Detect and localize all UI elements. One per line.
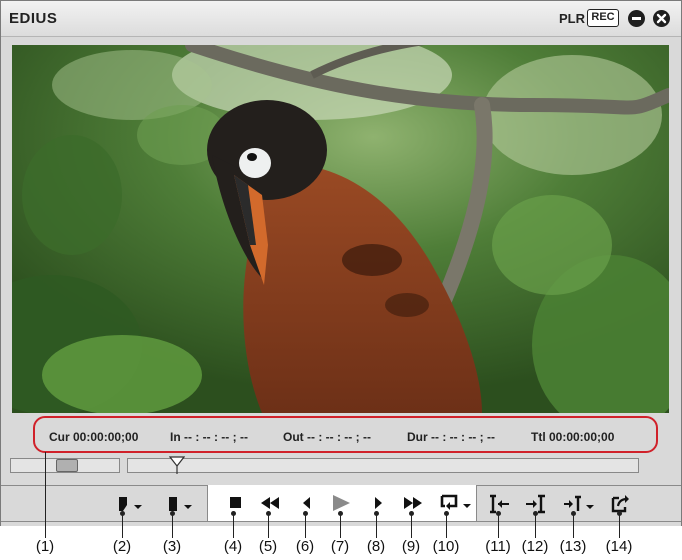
total-timecode: Ttl 00:00:00;00 bbox=[531, 430, 615, 444]
callout-label-5: (5) bbox=[258, 538, 278, 555]
shuttle-slider[interactable] bbox=[10, 458, 120, 473]
stop-icon[interactable] bbox=[226, 491, 246, 515]
callout-dot-14 bbox=[617, 511, 622, 516]
callout-label-12: (12) bbox=[521, 538, 549, 555]
video-preview bbox=[12, 45, 669, 413]
callout-line-1 bbox=[45, 452, 46, 538]
callout-dot-10 bbox=[444, 511, 449, 516]
callout-dot-2 bbox=[120, 511, 125, 516]
callout-label-6: (6) bbox=[295, 538, 315, 555]
callout-line-10 bbox=[446, 513, 447, 538]
callout-dot-3 bbox=[170, 511, 175, 516]
callout-dot-9 bbox=[409, 511, 414, 516]
current-timecode: Cur 00:00:00;00 bbox=[49, 430, 139, 444]
callout-dot-13 bbox=[571, 511, 576, 516]
in-point-timecode: In -- : -- : -- ; -- bbox=[170, 430, 248, 444]
callout-label-1: (1) bbox=[35, 538, 55, 555]
shuttle-knob[interactable] bbox=[56, 459, 78, 472]
callout-label-14: (14) bbox=[605, 538, 633, 555]
callout-dot-5 bbox=[266, 511, 271, 516]
callout-line-9 bbox=[411, 513, 412, 538]
callout-dot-4 bbox=[231, 511, 236, 516]
callout-line-3 bbox=[172, 513, 173, 538]
callout-label-10: (10) bbox=[432, 538, 460, 555]
callout-line-7 bbox=[340, 513, 341, 538]
callout-label-9: (9) bbox=[401, 538, 421, 555]
timecode-display: Cur 00:00:00;00 In -- : -- : -- ; -- Out… bbox=[12, 415, 669, 455]
rec-button[interactable]: REC bbox=[587, 9, 619, 27]
transport-panel bbox=[207, 485, 477, 522]
callout-label-8: (8) bbox=[366, 538, 386, 555]
callout-dot-6 bbox=[303, 511, 308, 516]
position-bar[interactable] bbox=[127, 456, 639, 474]
plr-label[interactable]: PLR bbox=[559, 11, 585, 26]
callout-line-2 bbox=[122, 513, 123, 538]
callout-label-2: (2) bbox=[112, 538, 132, 555]
callout-dot-7 bbox=[338, 511, 343, 516]
callout-line-4 bbox=[233, 513, 234, 538]
callout-line-5 bbox=[268, 513, 269, 538]
duration-timecode: Dur -- : -- : -- ; -- bbox=[407, 430, 495, 444]
callout-dot-12 bbox=[533, 511, 538, 516]
control-bar bbox=[1, 485, 681, 526]
scrub-area bbox=[1, 455, 681, 485]
callout-label-3: (3) bbox=[162, 538, 182, 555]
callout-line-14 bbox=[619, 513, 620, 538]
export-icon[interactable] bbox=[561, 492, 597, 516]
playhead-icon[interactable] bbox=[169, 456, 185, 474]
callout-label-11: (11) bbox=[485, 538, 511, 555]
callout-dot-11 bbox=[496, 511, 501, 516]
callout-line-6 bbox=[305, 513, 306, 538]
callout-label-7: (7) bbox=[330, 538, 350, 555]
title-bar: EDIUS PLR REC bbox=[1, 1, 681, 37]
out-point-timecode: Out -- : -- : -- ; -- bbox=[283, 430, 371, 444]
mark-panel bbox=[1, 485, 207, 522]
callout-line-12 bbox=[535, 513, 536, 538]
callout-label-13: (13) bbox=[559, 538, 587, 555]
app-title: EDIUS bbox=[9, 10, 58, 27]
player-window: EDIUS PLR REC Cur 00:00:00;00 In --: --… bbox=[0, 0, 682, 526]
callout-label-4: (4) bbox=[223, 538, 243, 555]
callout-line-13 bbox=[573, 513, 574, 538]
callout-line-8 bbox=[376, 513, 377, 538]
edit-panel bbox=[477, 485, 681, 522]
show-in-bin-icon[interactable] bbox=[609, 492, 635, 516]
close-icon[interactable] bbox=[653, 10, 670, 27]
callout-dot-8 bbox=[374, 511, 379, 516]
callout-line-11 bbox=[498, 513, 499, 538]
minimize-icon[interactable] bbox=[628, 10, 645, 27]
